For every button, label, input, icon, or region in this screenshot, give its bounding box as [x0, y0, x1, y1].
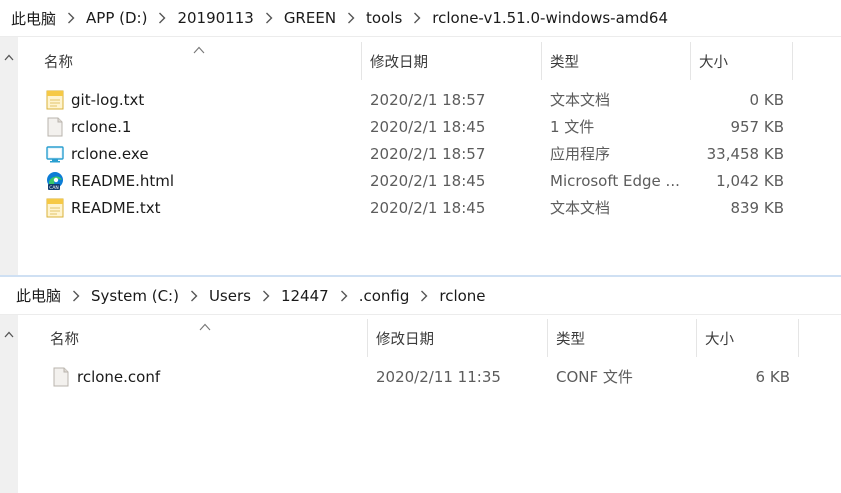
file-date: 2020/2/1 18:57: [370, 90, 486, 109]
chevron-right-icon[interactable]: [260, 289, 272, 303]
chevron-right-icon[interactable]: [65, 11, 77, 25]
file-date: 2020/2/1 18:45: [370, 171, 486, 190]
edge-html-icon: CAN: [46, 171, 64, 191]
blank-file-icon: [52, 367, 70, 387]
file-type: 应用程序: [550, 145, 611, 163]
breadcrumb-item-rclone[interactable]: rclone: [434, 287, 490, 305]
file-name: rclone.conf: [77, 367, 161, 386]
file-name: README.txt: [71, 198, 161, 217]
chevron-right-icon[interactable]: [156, 11, 168, 25]
column-header-name[interactable]: 名称: [42, 319, 368, 357]
breadcrumb-item-this-pc[interactable]: 此电脑: [6, 8, 61, 29]
file-type: Microsoft Edge ...: [550, 171, 680, 190]
column-header-size[interactable]: 大小: [691, 42, 793, 80]
file-size: 6 KB: [755, 367, 790, 386]
file-date: 2020/2/11 11:35: [376, 367, 501, 386]
chevron-right-icon[interactable]: [411, 11, 423, 25]
file-type: 1 文件: [550, 118, 595, 136]
file-size: 1,042 KB: [716, 171, 784, 190]
application-icon: [46, 144, 64, 164]
chevron-right-icon[interactable]: [70, 289, 82, 303]
file-name: README.html: [71, 171, 175, 190]
column-header-name[interactable]: 名称: [36, 42, 362, 80]
file-size: 957 KB: [730, 117, 784, 136]
breadcrumb-item-green[interactable]: GREEN: [279, 9, 341, 27]
chevron-right-icon[interactable]: [188, 289, 200, 303]
column-header-date[interactable]: 修改日期: [368, 319, 548, 357]
breadcrumb: 此电脑 APP (D:) 20190113 GREEN tools rclone…: [0, 0, 841, 37]
file-size: 33,458 KB: [706, 144, 784, 163]
text-file-icon: [46, 90, 64, 110]
breadcrumb-item-users[interactable]: Users: [204, 287, 256, 305]
file-date: 2020/2/1 18:57: [370, 144, 486, 163]
svg-text:CAN: CAN: [49, 184, 59, 190]
file-date: 2020/2/1 18:45: [370, 198, 486, 217]
breadcrumb-item-app-drive[interactable]: APP (D:): [81, 9, 152, 27]
breadcrumb-item-config[interactable]: .config: [354, 287, 415, 305]
file-type: CONF 文件: [556, 368, 633, 386]
breadcrumb-item-this-pc[interactable]: 此电脑: [11, 285, 66, 306]
chevron-right-icon[interactable]: [345, 11, 357, 25]
file-row[interactable]: README.txt 2020/2/1 18:45 文本文档 839 KB: [0, 194, 841, 221]
breadcrumb-item-system-drive[interactable]: System (C:): [86, 287, 184, 305]
breadcrumb-item-tools[interactable]: tools: [361, 9, 407, 27]
file-size: 839 KB: [730, 198, 784, 217]
column-header-date[interactable]: 修改日期: [362, 42, 542, 80]
chevron-right-icon[interactable]: [338, 289, 350, 303]
chevron-right-icon[interactable]: [418, 289, 430, 303]
breadcrumb-item-rclone-folder[interactable]: rclone-v1.51.0-windows-amd64: [427, 9, 673, 27]
breadcrumb-item-12447[interactable]: 12447: [276, 287, 334, 305]
column-header-row: 名称 修改日期 类型 大小: [0, 319, 841, 359]
file-row[interactable]: git-log.txt 2020/2/1 18:57 文本文档 0 KB: [0, 86, 841, 113]
bottom-explorer-pane: 此电脑 System (C:) Users 12447 .config rclo…: [0, 277, 841, 493]
chevron-right-icon[interactable]: [263, 11, 275, 25]
file-type: 文本文档: [550, 199, 611, 217]
column-header-size[interactable]: 大小: [697, 319, 799, 357]
file-row[interactable]: CAN README.html 2020/2/1 18:45 Microsoft…: [0, 167, 841, 194]
file-name: rclone.exe: [71, 144, 149, 163]
file-type: 文本文档: [550, 91, 611, 109]
file-date: 2020/2/1 18:45: [370, 117, 486, 136]
file-name: git-log.txt: [71, 90, 145, 109]
column-header-row: 名称 修改日期 类型 大小: [0, 42, 841, 82]
top-explorer-pane: 此电脑 APP (D:) 20190113 GREEN tools rclone…: [0, 0, 841, 276]
breadcrumb-item-20190113[interactable]: 20190113: [172, 9, 258, 27]
file-row[interactable]: rclone.1 2020/2/1 18:45 1 文件 957 KB: [0, 113, 841, 140]
breadcrumb: 此电脑 System (C:) Users 12447 .config rclo…: [0, 277, 841, 315]
blank-file-icon: [46, 117, 64, 137]
column-header-type[interactable]: 类型: [542, 42, 691, 80]
file-row[interactable]: rclone.conf 2020/2/11 11:35 CONF 文件 6 KB: [0, 363, 841, 390]
file-size: 0 KB: [749, 90, 784, 109]
file-row[interactable]: rclone.exe 2020/2/1 18:57 应用程序 33,458 KB: [0, 140, 841, 167]
column-header-type[interactable]: 类型: [548, 319, 697, 357]
text-file-icon: [46, 198, 64, 218]
file-name: rclone.1: [71, 117, 132, 136]
